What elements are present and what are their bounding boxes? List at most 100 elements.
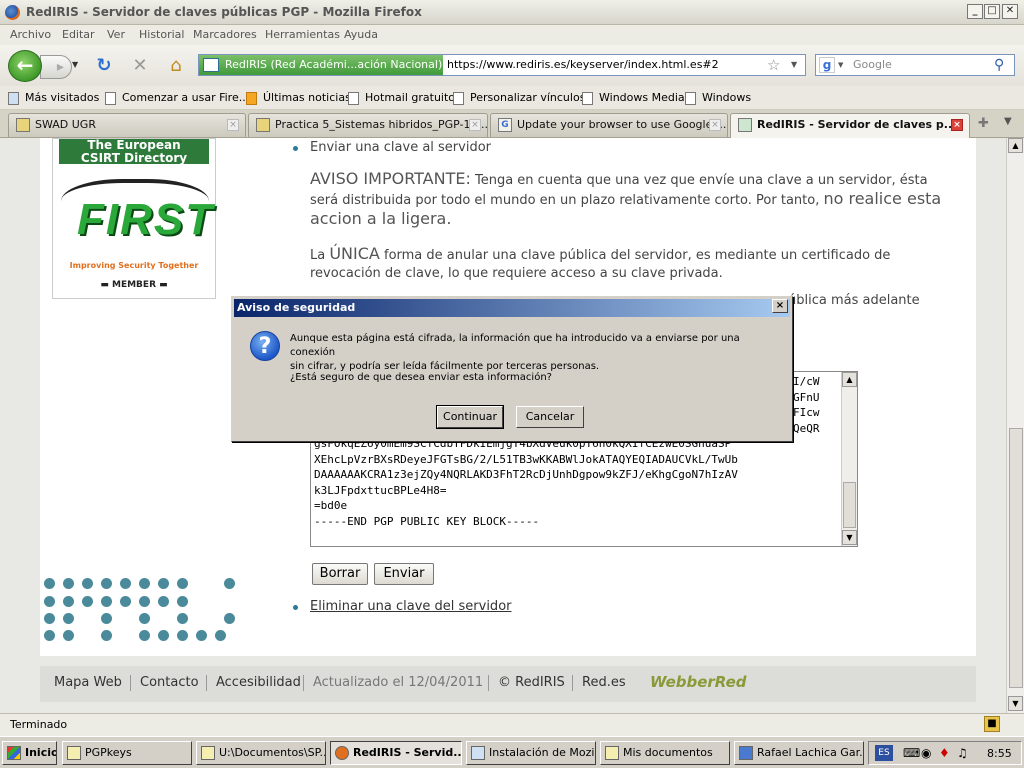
partial-text-behind-dialog: ública más adelante: [788, 293, 920, 308]
tray-volume-icon[interactable]: ♫: [957, 746, 968, 760]
taskbar-item-mis-documentos[interactable]: Mis documentos: [600, 741, 730, 765]
back-button[interactable]: ←: [8, 50, 42, 82]
home-icon[interactable]: ⌂: [164, 54, 188, 78]
footer-link-contacto[interactable]: Contacto: [140, 675, 199, 690]
bookmark-ultimas-noticias[interactable]: Últimas noticias: [246, 90, 351, 106]
warning-emphasis: no realice esta: [823, 189, 942, 208]
scroll-down-arrow-icon[interactable]: ▼: [842, 530, 857, 545]
tab-update-browser[interactable]: G Update your browser to use Google ... …: [490, 113, 728, 137]
dialog-title-bar[interactable]: Aviso de seguridad: [234, 299, 790, 317]
google-engine-icon[interactable]: g: [819, 57, 835, 73]
send-button[interactable]: Enviar: [374, 563, 434, 585]
status-text: Terminado: [10, 718, 68, 731]
tab-list-icon[interactable]: ▼: [1004, 116, 1012, 127]
dialog-message-line1: Aunque esta página está cifrada, la info…: [290, 333, 740, 358]
continue-button[interactable]: Continuar: [436, 405, 504, 429]
clock[interactable]: 8:55: [987, 747, 1012, 760]
footer-updated: Actualizado el 12/04/2011: [313, 675, 484, 690]
menu-marcadores[interactable]: Marcadores: [193, 28, 257, 41]
bookmark-comenzar[interactable]: Comenzar a usar Fire...: [105, 90, 249, 106]
scroll-up-arrow-icon[interactable]: ▲: [1008, 138, 1023, 153]
decorative-dots: [44, 578, 244, 648]
taskbar-item-documentos[interactable]: U:\Documentos\SP...: [196, 741, 326, 765]
first-member-logo[interactable]: The European CSIRT Directory FIRST Impro…: [52, 138, 216, 299]
footer-separator: [130, 675, 131, 691]
footer-separator: [206, 675, 207, 691]
menu-editar[interactable]: Editar: [62, 28, 95, 41]
csirt-directory-badge: The European CSIRT Directory: [59, 139, 209, 165]
maximize-button[interactable]: □: [984, 4, 1000, 19]
member-label: ▬ MEMBER ▬: [100, 280, 168, 290]
minimize-button[interactable]: _: [967, 4, 983, 19]
footer-link-accesibilidad[interactable]: Accesibilidad: [216, 675, 301, 690]
taskbar-item-rafael[interactable]: Rafael Lachica Gar...: [734, 741, 864, 765]
window-title-bar[interactable]: RedIRIS - Servidor de claves públicas PG…: [0, 0, 1024, 25]
menu-herramientas[interactable]: Herramientas: [265, 28, 340, 41]
site-identity-button[interactable]: RedIRIS (Red Académi...ación Nacional) (…: [199, 55, 443, 75]
taskbar-item-instalacion[interactable]: Instalación de Mozi...: [466, 741, 596, 765]
tray-keyboard-icon[interactable]: ⌨: [903, 746, 920, 760]
engine-dropdown-icon[interactable]: ▼: [838, 61, 843, 69]
rediris-favicon: [203, 58, 219, 72]
tab-favicon-icon: [256, 118, 270, 132]
windows-taskbar: Inicio PGPkeys U:\Documentos\SP... RedIR…: [0, 736, 1024, 768]
scroll-down-arrow-icon[interactable]: ▼: [1008, 696, 1023, 711]
window-title: RedIRIS - Servidor de claves públicas PG…: [26, 5, 422, 19]
stop-icon[interactable]: ✕: [128, 54, 152, 78]
reload-icon[interactable]: ↻: [92, 54, 116, 78]
taskbar-item-pgpkeys[interactable]: PGPkeys: [62, 741, 192, 765]
textarea-scrollbar[interactable]: ▲ ▼: [841, 372, 857, 546]
menu-historial[interactable]: Historial: [139, 28, 184, 41]
tab-swad-ugr[interactable]: SWAD UGR ×: [8, 113, 246, 137]
tab-practica-5[interactable]: Practica 5_Sistemas hibridos_PGP-1.p... …: [248, 113, 488, 137]
footer-link-mapa-web[interactable]: Mapa Web: [54, 675, 122, 690]
start-button[interactable]: Inicio: [2, 741, 57, 765]
bookmark-windows[interactable]: Windows: [685, 90, 751, 106]
bookmark-hotmail[interactable]: Hotmail gratuito: [348, 90, 455, 106]
history-dropdown-icon[interactable]: ▼: [72, 60, 78, 69]
dialog-question: ¿Está seguro de que desea enviar esta in…: [290, 372, 552, 383]
word-document-icon: [739, 746, 753, 760]
address-bar[interactable]: RedIRIS (Red Académi...ación Nacional) (…: [198, 54, 806, 76]
page-scrollbar[interactable]: ▲ ▼: [1006, 138, 1024, 713]
search-box[interactable]: g ▼ Google ⚲: [815, 54, 1015, 76]
dialog-close-button[interactable]: ×: [772, 299, 788, 313]
tab-rediris[interactable]: RedIRIS - Servidor de claves p... ×: [730, 113, 970, 139]
delete-key-link[interactable]: Eliminar una clave del servidor: [310, 598, 512, 616]
clear-button[interactable]: Borrar: [312, 563, 368, 585]
search-magnifier-icon[interactable]: ⚲: [994, 55, 1004, 75]
padlock-icon[interactable]: ■: [984, 716, 1000, 732]
menu-ver[interactable]: Ver: [107, 28, 125, 41]
scroll-thumb[interactable]: [843, 482, 856, 528]
forward-button[interactable]: ▸: [40, 55, 72, 79]
close-window-button[interactable]: ✕: [1002, 4, 1018, 19]
tray-shield-icon[interactable]: ♦: [939, 746, 950, 760]
tray-network-icon[interactable]: ◉: [921, 746, 931, 760]
tab-label: RedIRIS - Servidor de claves p...: [757, 118, 957, 131]
taskbar-item-rediris[interactable]: RedIRIS - Servid...: [330, 741, 462, 765]
key-text[interactable]: gsFOkqEZ6y0mEm9SCfCdbTFDkIEmjgT4bXdVeuk0…: [314, 436, 738, 529]
rediris-favicon-icon: [738, 118, 752, 132]
bookmark-mas-visitados[interactable]: Más visitados: [8, 90, 99, 106]
url-text[interactable]: https://www.rediris.es/keyserver/index.h…: [447, 55, 719, 75]
webberred-logo[interactable]: WebberRed: [650, 673, 747, 691]
tab-close-icon[interactable]: ×: [469, 119, 481, 131]
bookmark-personalizar[interactable]: Personalizar vínculos: [453, 90, 585, 106]
footer-separator: [303, 675, 304, 691]
menu-archivo[interactable]: Archivo: [10, 28, 51, 41]
tab-close-icon[interactable]: ×: [709, 119, 721, 131]
scroll-up-arrow-icon[interactable]: ▲: [842, 372, 857, 387]
page-footer: Mapa Web Contacto Accesibilidad Actualiz…: [40, 666, 976, 702]
tab-close-icon[interactable]: ×: [951, 119, 963, 131]
folder-icon: [605, 746, 619, 760]
tab-close-icon[interactable]: ×: [227, 119, 239, 131]
menu-ayuda[interactable]: Ayuda: [344, 28, 378, 41]
cancel-button[interactable]: Cancelar: [516, 406, 584, 428]
bookmark-windows-media[interactable]: Windows Media: [582, 90, 685, 106]
language-indicator[interactable]: ES: [875, 745, 893, 761]
bookmark-star-icon[interactable]: ☆: [767, 55, 780, 75]
tab-scroll-icon[interactable]: ✚: [978, 116, 989, 131]
page-scroll-thumb[interactable]: [1009, 428, 1023, 688]
footer-link-redes[interactable]: Red.es: [582, 675, 626, 690]
url-dropdown-icon[interactable]: ▼: [791, 60, 797, 69]
